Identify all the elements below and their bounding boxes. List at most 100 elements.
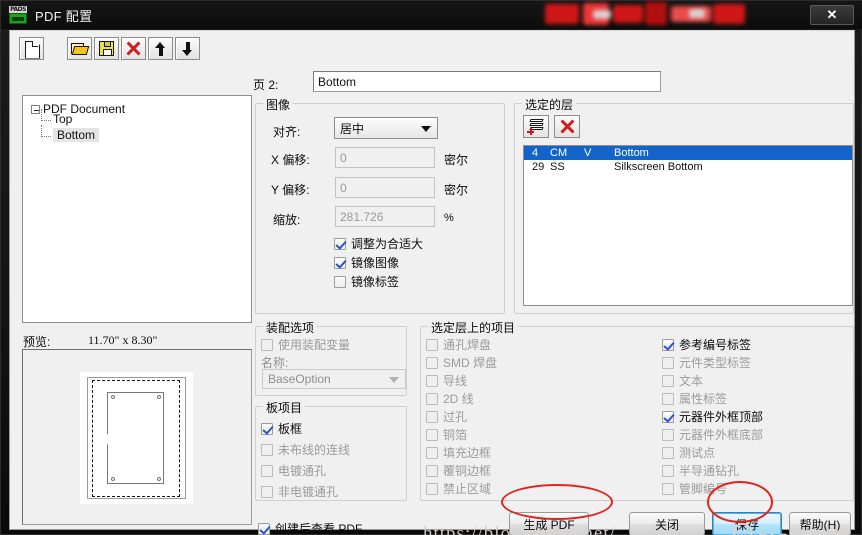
checkbox-text[interactable]: 文本 [662,372,703,389]
layer-abbrev: CM [550,147,568,159]
mounting-hole [157,395,161,399]
watermark-brand: 51CTO博客 [758,525,847,535]
assembly-name-select[interactable]: BaseOption [262,369,406,389]
checkbox-label: 过孔 [443,410,468,424]
checkbox-box [261,338,273,351]
checkbox-buried-drills[interactable]: 半导通钻孔 [662,462,739,479]
checkbox-box [258,522,270,535]
checkbox-smd-pads[interactable]: SMD 焊盘 [426,354,497,371]
checkbox-component-outline-bottom[interactable]: 元器件外框底部 [662,426,763,443]
x-offset-unit: 密尔 [444,153,469,167]
checkbox-vias[interactable]: 过孔 [426,408,467,425]
checkbox-label: 板框 [278,422,303,436]
tree-root-item[interactable]: PDF Document [23,96,251,116]
save-toolbar-button[interactable] [94,37,119,60]
checkbox-box [426,356,438,369]
preview-pane [22,349,252,525]
tree-item-top[interactable]: Top [23,109,251,128]
checkbox-mirror-image[interactable]: 镜像图像 [334,254,399,271]
tree-connector-icon [41,109,51,121]
open-button[interactable] [67,37,92,60]
dialog-client-area: 页 2: Bottom PDF Document Top Bottom 预览: … [9,30,855,535]
checkbox-unrouted-connections[interactable]: 未布线的连线 [261,441,350,458]
checkbox-box [662,464,674,477]
checkbox-traces[interactable]: 导线 [426,372,467,389]
checkbox-label: 未布线的连线 [278,443,351,457]
move-up-button[interactable] [148,37,173,60]
table-row[interactable]: 4 CM V Bottom [524,146,852,160]
checkbox-label: 覆铜边框 [443,464,492,478]
checkbox-label: 镜像标签 [351,275,400,289]
layer-list[interactable]: 4 CM V Bottom 29 SS Silkscreen Bottom [523,145,853,306]
checkbox-use-assembly-variant[interactable]: 使用装配变量 [261,336,350,353]
y-offset-label: Y 偏移: [271,183,310,197]
checkbox-through-hole-pads[interactable]: 通孔焊盘 [426,336,491,353]
checkbox-box [426,338,438,351]
assembly-options-title: 装配选项 [263,319,318,336]
checkbox-board-outline[interactable]: 板框 [261,420,302,437]
checkbox-label: 元器件外框顶部 [679,410,764,424]
checkbox-label: 铜箔 [443,428,468,442]
checkbox-label: 文本 [679,374,704,388]
page-label: 页 2: [253,78,279,92]
checkbox-plane-outline[interactable]: 覆铜边框 [426,462,491,479]
new-document-button[interactable] [19,37,44,60]
layer-items-title: 选定层上的项目 [428,319,519,336]
checkbox-2d-lines[interactable]: 2D 线 [426,390,474,407]
table-row[interactable]: 29 SS Silkscreen Bottom [524,160,852,174]
checkbox-view-pdf-after-create[interactable]: 创建后查看 PDF [258,520,362,535]
image-group-title: 图像 [263,96,294,113]
move-down-button[interactable] [175,37,200,60]
checkbox-keepout[interactable]: 禁止区域 [426,480,491,497]
y-offset-unit: 密尔 [444,183,469,197]
checkbox-nonplated-holes[interactable]: 非电镀通孔 [261,483,338,500]
checkbox-copper[interactable]: 铜箔 [426,426,467,443]
checkbox-attribute-labels[interactable]: 属性标签 [662,390,727,407]
checkbox-label: 管脚编号 [679,482,728,496]
checkbox-box [426,464,438,477]
y-offset-input[interactable]: 0 [335,177,435,198]
red-banner-watermark [541,2,751,28]
align-select[interactable]: 居中 [334,117,438,139]
checkbox-box [662,446,674,459]
checkbox-label: 2D 线 [443,392,474,406]
new-document-icon [25,40,38,57]
close-button[interactable]: 关闭 [629,512,705,535]
window-title: PDF 配置 [35,8,93,24]
chevron-down-icon [421,126,431,132]
preview-page [80,372,193,504]
add-layer-button[interactable] [523,115,549,138]
chevron-down-icon [389,377,399,383]
delete-button[interactable] [121,37,146,60]
checkbox-box [662,392,674,405]
checkbox-box [334,237,346,250]
checkbox-label: 半导通钻孔 [679,464,740,478]
checkbox-label: 使用装配变量 [278,338,351,352]
checkbox-label: 属性标签 [679,392,728,406]
mounting-hole [157,477,161,481]
checkbox-box [261,422,273,435]
scale-input[interactable]: 281.726 [335,206,435,227]
checkbox-box [426,482,438,495]
checkbox-test-points[interactable]: 测试点 [662,444,715,461]
remove-layer-button[interactable] [554,115,580,138]
pads-icon: PADS [9,6,27,24]
tree-item-bottom[interactable]: Bottom [23,125,251,144]
arrow-down-icon [182,41,193,56]
checkbox-part-type-labels[interactable]: 元件类型标签 [662,354,751,371]
x-offset-input[interactable]: 0 [335,147,435,168]
checkbox-box [261,485,273,498]
checkbox-mirror-labels[interactable]: 镜像标签 [334,273,399,290]
close-icon[interactable]: ✕ [810,5,854,25]
checkbox-label: 创建后查看 PDF [275,522,363,535]
checkbox-refdes-labels[interactable]: 参考编号标签 [662,336,751,353]
layer-name: Bottom [614,147,649,159]
checkbox-plated-holes[interactable]: 电镀通孔 [261,462,326,479]
scale-label: 缩放: [273,213,301,227]
page-name-input[interactable]: Bottom [313,71,661,92]
checkbox-fill-outline[interactable]: 填充边框 [426,444,491,461]
checkbox-pin-numbers[interactable]: 管脚编号 [662,480,727,497]
document-tree[interactable]: PDF Document Top Bottom [22,95,252,323]
checkbox-fit-to-page[interactable]: 调整为合适大 [334,235,423,252]
checkbox-component-outline-top[interactable]: 元器件外框顶部 [662,408,763,425]
